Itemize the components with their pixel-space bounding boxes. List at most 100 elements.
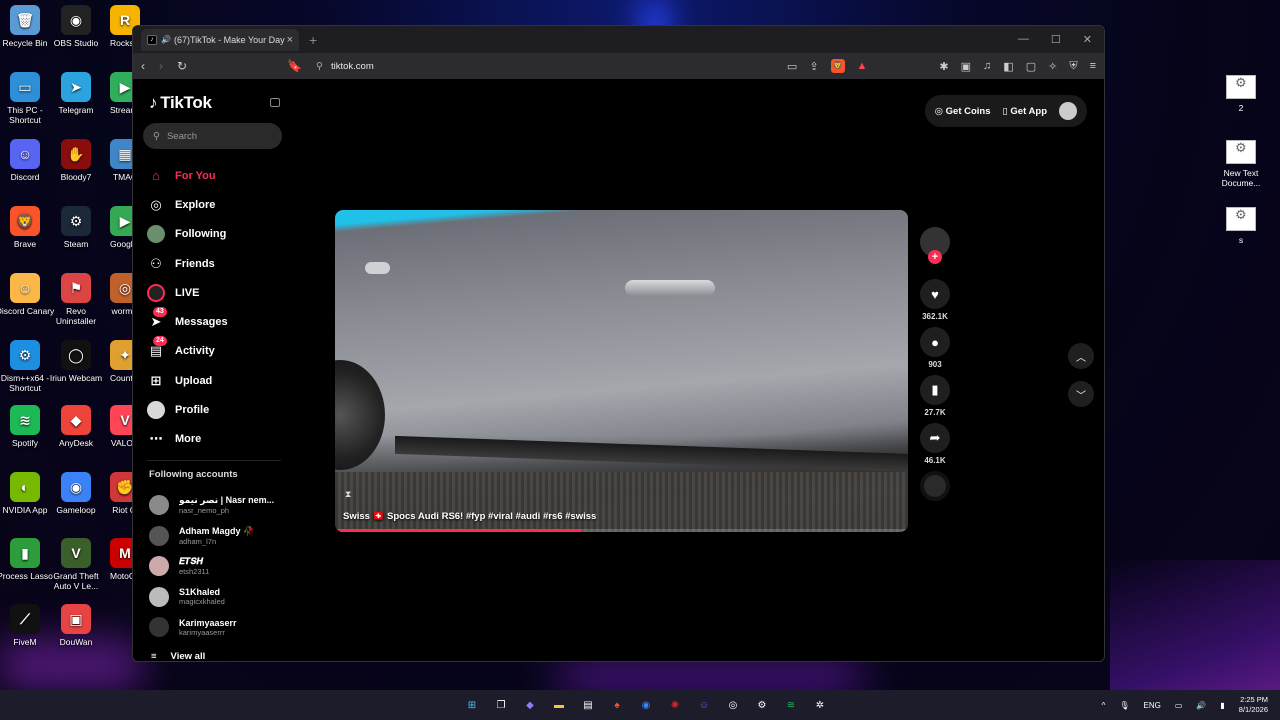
leo-ai-icon[interactable]: ✧: [1048, 60, 1057, 73]
creator-avatar[interactable]: +: [920, 227, 950, 264]
nav-item-upload[interactable]: ⊞ Upload: [147, 366, 287, 395]
nav-item-friends[interactable]: ⚇ Friends: [147, 249, 287, 278]
view-all-button[interactable]: ≡ View all: [151, 651, 205, 661]
microphone-icon[interactable]: 🎙: [1119, 701, 1129, 710]
desktop-shortcut[interactable]: ➤ Telegram: [45, 72, 107, 115]
forward-button[interactable]: ›: [159, 59, 163, 73]
nav-item-activity[interactable]: ▤ 24 Activity: [147, 336, 287, 366]
tiktok-logo[interactable]: ♪ TikTok: [149, 93, 212, 113]
following-account-item[interactable]: S1Khaled magicxkhaled: [149, 582, 289, 613]
iriun-icon[interactable]: ◉: [638, 697, 654, 713]
nav-item-following[interactable]: Following: [147, 220, 287, 249]
menu-icon[interactable]: ≡: [1090, 60, 1096, 72]
site-info-icon[interactable]: ⚲: [316, 61, 323, 72]
network-icon[interactable]: ▭: [1175, 701, 1183, 710]
desktop-shortcut-label: Telegram: [58, 105, 94, 115]
following-account-item[interactable]: Adham Magdy 🥀 adham_l7n: [149, 521, 289, 552]
following-account-item[interactable]: نصر نيمو | Nasr nem... nasr_nemo_ph: [149, 490, 289, 521]
chevron-down-icon[interactable]: ﹀: [1068, 381, 1094, 407]
search-input[interactable]: [166, 130, 267, 142]
music-disc-icon[interactable]: [920, 471, 950, 501]
desktop-file[interactable]: s: [1211, 207, 1271, 245]
comment-icon[interactable]: ●: [920, 327, 950, 357]
chevron-up-icon[interactable]: ︿: [1068, 343, 1094, 369]
nav-item-more[interactable]: ⋯ More: [147, 425, 287, 454]
store-icon[interactable]: ▤: [580, 697, 596, 713]
desktop-shortcut[interactable]: ◆ AnyDesk: [45, 405, 107, 448]
bookmark-icon[interactable]: 🔖: [287, 59, 302, 73]
back-button[interactable]: ‹: [141, 59, 145, 73]
reload-button[interactable]: ↻: [177, 59, 187, 73]
nav-label: Messages: [175, 316, 228, 329]
nav-label: LIVE: [175, 286, 200, 299]
desktop-shortcut[interactable]: ✋ Bloody7: [45, 139, 107, 182]
follow-plus-icon[interactable]: +: [928, 250, 942, 264]
get-app-button[interactable]: ▯ Get App: [1003, 106, 1047, 117]
desktop-file-label: s: [1238, 235, 1244, 245]
bookmark-icon[interactable]: ▮: [920, 375, 950, 405]
brave-icon[interactable]: ♠: [609, 697, 625, 713]
windows-start-icon[interactable]: ⊞: [464, 697, 480, 713]
url-text[interactable]: tiktok.com: [331, 61, 374, 72]
sidebar-toggle-icon[interactable]: ◧: [1003, 60, 1013, 73]
maximize-button[interactable]: ☐: [1051, 33, 1061, 46]
desktop-shortcut-label: Iriun Webcam: [49, 373, 103, 383]
language-indicator[interactable]: ENG: [1144, 701, 1161, 710]
user-avatar[interactable]: [1059, 102, 1077, 120]
desktop-shortcut-label: OBS Studio: [53, 38, 99, 48]
minimize-button[interactable]: —: [1018, 33, 1029, 46]
desktop-shortcut[interactable]: ▣ DouWan: [45, 604, 107, 647]
get-coins-button[interactable]: ◎ Get Coins: [935, 106, 991, 117]
nav-item-explore[interactable]: ◎ Explore: [147, 190, 287, 219]
nav-item-live[interactable]: LIVE: [147, 278, 287, 307]
obs-icon[interactable]: ◎: [725, 697, 741, 713]
new-tab-button[interactable]: +: [309, 32, 317, 48]
desktop-shortcut[interactable]: ◉ Gameloop: [45, 472, 107, 515]
brave-shield-icon[interactable]: 🦁: [830, 59, 845, 73]
bloody-icon[interactable]: ✺: [667, 697, 683, 713]
desktop-shortcut[interactable]: V Grand Theft Auto V Le...: [45, 538, 107, 591]
file-explorer-icon[interactable]: ▬: [551, 697, 567, 713]
steam-icon[interactable]: ⚙: [754, 697, 770, 713]
speaker-icon[interactable]: 🔊: [161, 35, 171, 44]
clock[interactable]: 2:25 PM 8/1/2026: [1239, 695, 1268, 715]
nav-item-messages[interactable]: ➤ 43 Messages: [147, 307, 287, 336]
desktop-shortcut[interactable]: ⚙ Steam: [45, 206, 107, 249]
share-icon[interactable]: ➦: [920, 423, 950, 453]
vpn-icon[interactable]: ⛨: [1069, 60, 1077, 73]
media-icon[interactable]: ♫: [983, 60, 991, 72]
extensions-icon[interactable]: ✱: [939, 60, 948, 73]
desktop-file[interactable]: New Text Docume...: [1211, 140, 1271, 188]
desktop-shortcut[interactable]: ◯ Iriun Webcam: [45, 340, 107, 383]
video-progress-bar[interactable]: [335, 529, 908, 532]
close-window-button[interactable]: ✕: [1083, 33, 1092, 46]
desktop-file[interactable]: 2: [1211, 75, 1271, 113]
chevron-up-icon[interactable]: ^: [1102, 701, 1106, 710]
search-box[interactable]: ⚲: [143, 123, 282, 149]
cast-icon[interactable]: ▭: [787, 60, 797, 73]
nav-item-profile[interactable]: Profile: [147, 395, 287, 424]
task-view-icon[interactable]: ❐: [493, 697, 509, 713]
close-tab-icon[interactable]: ×: [287, 34, 293, 46]
battery-icon[interactable]: ▮: [1220, 701, 1224, 710]
video-player[interactable]: ⧗ Swiss 🇨🇭 Spocs Audi RS6! #fyp #viral #…: [335, 210, 908, 532]
desktop-shortcut[interactable]: ◉ OBS Studio: [45, 5, 107, 48]
discord-icon[interactable]: ☺: [696, 697, 712, 713]
wallet-icon[interactable]: ▢: [1026, 60, 1036, 73]
settings-icon[interactable]: ✲: [812, 697, 828, 713]
like-icon[interactable]: ♥: [920, 279, 950, 309]
tab-tiktok[interactable]: ♪ 🔊 (67)TikTok - Make Your Day ×: [141, 28, 299, 51]
spotify-icon[interactable]: ≋: [783, 697, 799, 713]
desktop-shortcut[interactable]: ⚑ Revo Uninstaller: [45, 273, 107, 326]
collapse-sidebar-icon[interactable]: [270, 98, 280, 107]
brave-rewards-icon[interactable]: ▲: [857, 60, 868, 72]
following-account-item[interactable]: Karimyaaserr karimyaaserrr: [149, 612, 289, 643]
copilot-icon[interactable]: ◆: [522, 697, 538, 713]
address-bar[interactable]: ⚲ tiktok.com: [316, 61, 374, 72]
wallet-icon[interactable]: ▣: [961, 60, 971, 73]
following-account-item[interactable]: 𝑬𝑻𝑺𝑯 etsh2311: [149, 551, 289, 582]
nav-item-for-you[interactable]: ⌂ For You: [147, 161, 287, 190]
volume-icon[interactable]: 🔊: [1196, 701, 1206, 710]
share-icon[interactable]: ⇪: [809, 60, 818, 73]
video-caption[interactable]: Swiss 🇨🇭 Spocs Audi RS6! #fyp #viral #au…: [343, 511, 596, 522]
